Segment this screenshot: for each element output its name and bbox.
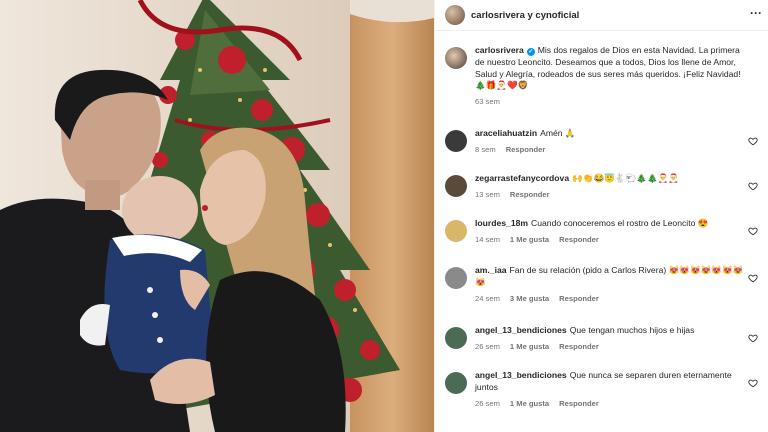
comment-likes[interactable]: 1 Me gusta xyxy=(510,342,549,351)
heart-icon[interactable] xyxy=(748,181,758,191)
post-author-title[interactable]: carlosrivera y cynoficial xyxy=(471,10,579,21)
comment-item: zegarrastefanycordova 🙌👏😂😇🐇🐑🎄🎄🎅🎅 13 sem Res… xyxy=(445,173,758,201)
heart-icon[interactable] xyxy=(748,226,758,236)
comment-item: am._iaa Fan de su relación (pido a Carlos… xyxy=(445,265,758,304)
heart-icon[interactable] xyxy=(748,378,758,388)
verified-badge-icon: ✓ xyxy=(526,48,535,56)
comment-likes[interactable]: 3 Me gusta xyxy=(510,294,549,303)
commenter-avatar[interactable] xyxy=(445,327,467,349)
commenter-avatar[interactable] xyxy=(445,372,467,394)
commenter-avatar[interactable] xyxy=(445,267,467,289)
comment-text: Que tengan muchos hijos e hijas xyxy=(569,325,695,335)
heart-icon[interactable] xyxy=(748,273,758,283)
comment-item: araceliahuatzin Amén 🙏 8 sem Responder xyxy=(445,128,758,156)
reply-button[interactable]: Responder xyxy=(510,190,550,199)
comment-item: angel_13_bendiciones Que tengan muchos hi… xyxy=(445,325,758,353)
comment-time: 24 sem xyxy=(475,293,500,303)
comment-time: 14 sem xyxy=(475,234,500,244)
comment-likes[interactable]: 1 Me gusta xyxy=(510,235,549,244)
commenter-avatar[interactable] xyxy=(445,220,467,242)
caption-avatar[interactable] xyxy=(445,47,467,69)
comment-username[interactable]: zegarrastefanycordova xyxy=(475,173,569,183)
comment-time: 8 sem xyxy=(475,144,496,154)
reply-button[interactable]: Responder xyxy=(559,294,599,303)
comment-time: 26 sem xyxy=(475,341,500,351)
more-dots-icon[interactable]: ··· xyxy=(750,6,762,20)
reply-button[interactable]: Responder xyxy=(506,145,546,154)
post-caption: carlosrivera ✓ Mis dos regalos de Dios en … xyxy=(445,45,758,108)
author-avatar[interactable] xyxy=(445,5,465,25)
comment-item: angel_13_bendiciones Que nunca se separen… xyxy=(445,370,758,409)
comment-text: Amén 🙏 xyxy=(540,128,576,138)
caption-time: 63 sem xyxy=(475,97,500,107)
comments-panel: carlosrivera y cynoficial ··· carlosrive… xyxy=(434,0,768,432)
comment-text: Cuando conoceremos el rostro de Leoncito… xyxy=(531,218,709,228)
comment-username[interactable]: angel_13_bendiciones xyxy=(475,370,567,380)
comment-likes[interactable]: 1 Me gusta xyxy=(510,399,549,408)
post-photo xyxy=(0,0,434,432)
post-header: carlosrivera y cynoficial ··· xyxy=(435,0,768,31)
commenter-avatar[interactable] xyxy=(445,130,467,152)
comment-time: 13 sem xyxy=(475,189,500,199)
comment-text: Fan de su relación (pido a Carlos Rivera… xyxy=(475,265,744,287)
comment-text: 🙌👏😂😇🐇🐑🎄🎄🎅🎅 xyxy=(572,173,680,183)
heart-icon[interactable] xyxy=(748,136,758,146)
comment-time: 26 sem xyxy=(475,398,500,408)
reply-button[interactable]: Responder xyxy=(559,235,599,244)
reply-button[interactable]: Responder xyxy=(559,342,599,351)
caption-username[interactable]: carlosrivera xyxy=(475,45,524,55)
comment-username[interactable]: lourdes_18m xyxy=(475,218,528,228)
commenter-avatar[interactable] xyxy=(445,175,467,197)
comment-username[interactable]: angel_13_bendiciones xyxy=(475,325,567,335)
comment-username[interactable]: araceliahuatzin xyxy=(475,128,537,138)
comment-item: lourdes_18m Cuando conoceremos el rostro … xyxy=(445,218,758,246)
comment-username[interactable]: am._iaa xyxy=(475,265,507,275)
reply-button[interactable]: Responder xyxy=(559,399,599,408)
heart-icon[interactable] xyxy=(748,333,758,343)
